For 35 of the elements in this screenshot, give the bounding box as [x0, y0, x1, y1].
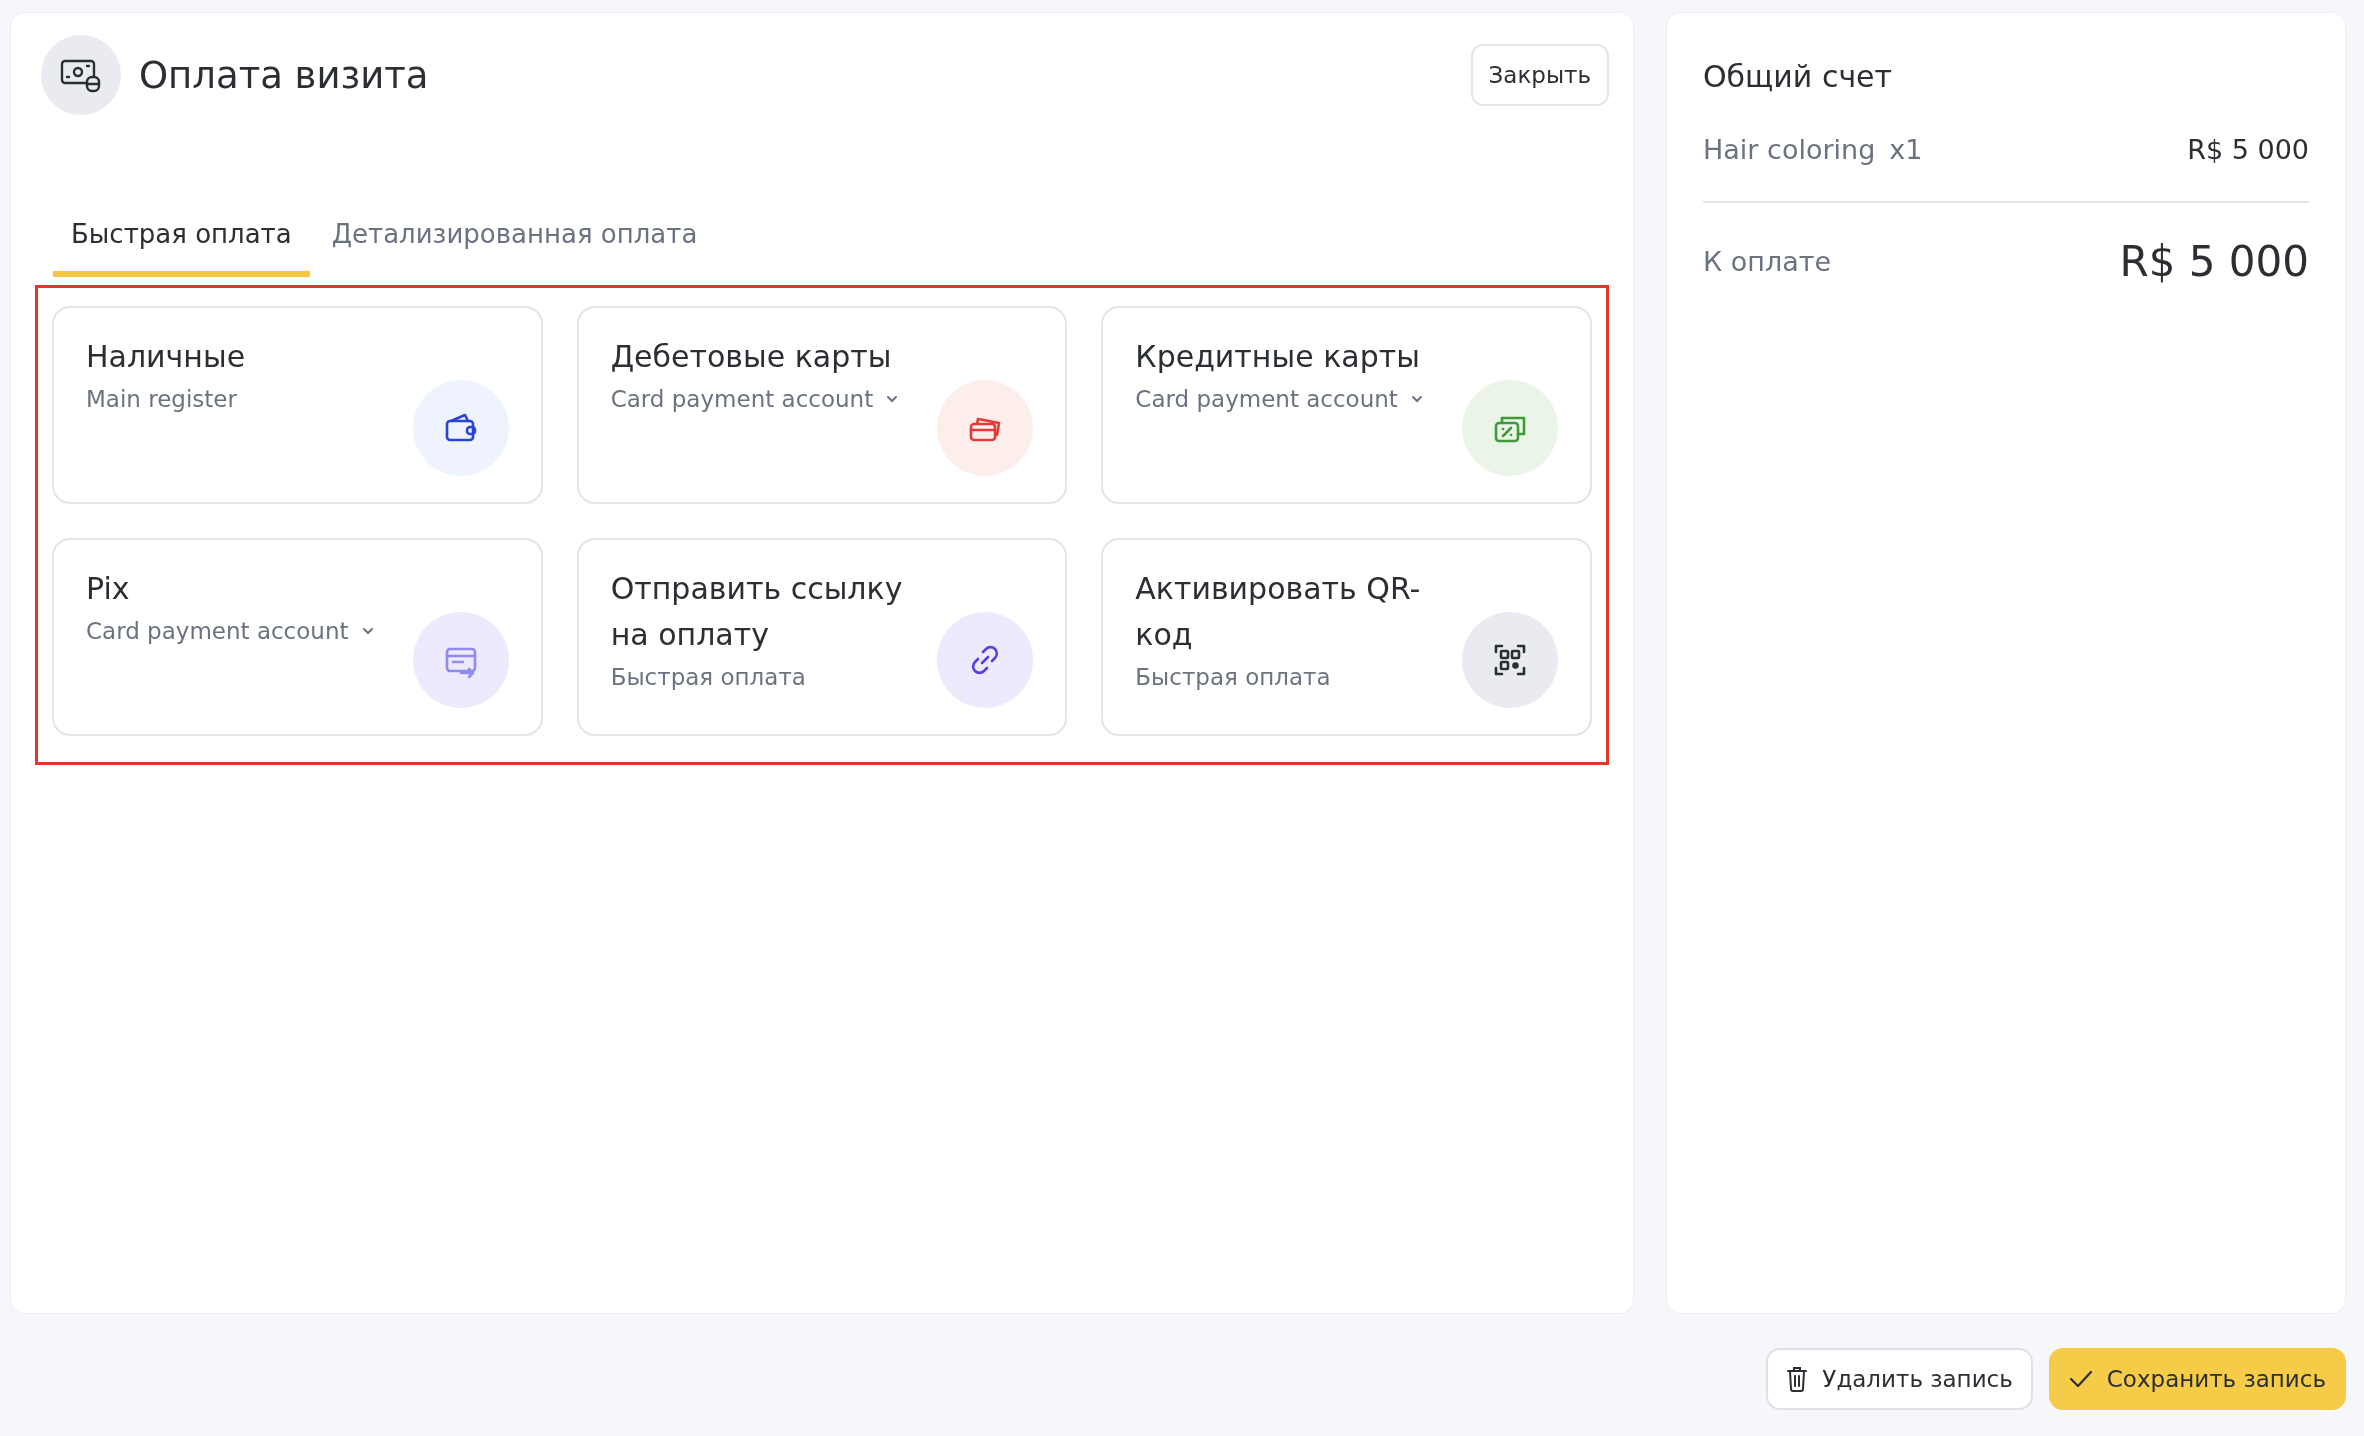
method-title: Отправить ссылку на оплату	[610, 570, 904, 654]
tab[interactable]: Детализированная оплата	[313, 207, 716, 277]
bill-title: Общий счет	[1703, 59, 1894, 94]
method-subtitle: Быстрая оплата	[1135, 664, 1331, 690]
method-subtitle: Card payment account	[1135, 386, 1398, 412]
chevron-down-icon[interactable]	[885, 394, 900, 404]
method-title: Наличные	[86, 338, 246, 376]
delete-button[interactable]: Удалить запись	[1766, 1348, 2033, 1410]
payment-method-card[interactable]: Дебетовые карты Card payment account	[576, 306, 1068, 504]
chevron-down-icon[interactable]	[1409, 394, 1424, 404]
payment-method-card[interactable]: Кредитные карты Card payment account	[1101, 306, 1592, 504]
close-button[interactable]: Закрыть	[1470, 44, 1609, 106]
method-title: Кредитные карты	[1135, 338, 1421, 376]
method-subtitle: Card payment account	[86, 618, 349, 644]
method-title: Pix	[86, 570, 131, 608]
chevron-down-icon[interactable]	[360, 626, 375, 636]
total-amount: R$ 5 000	[2119, 237, 2309, 286]
payment-method-card[interactable]: Pix Card payment account	[52, 538, 543, 736]
method-title: Активировать QR-код	[1135, 570, 1422, 654]
trash-icon	[1786, 1366, 1809, 1392]
checkmark-icon	[2068, 1369, 2093, 1389]
page-title: Оплата визита	[139, 53, 430, 97]
save-button[interactable]: Сохранить запись	[2048, 1348, 2346, 1410]
service-price: R$ 5 000	[2187, 134, 2309, 165]
service-quantity: x1	[1889, 134, 1923, 165]
payment-method-card[interactable]: Активировать QR-код Быстрая оплата	[1101, 538, 1592, 736]
payment-method-card[interactable]: Наличные Main register	[52, 306, 543, 504]
method-subtitle: Быстрая оплата	[610, 664, 806, 690]
tab[interactable]: Быстрая оплата	[53, 207, 310, 277]
method-subtitle: Main register	[86, 386, 237, 412]
method-subtitle: Card payment account	[610, 386, 874, 412]
payment-method-card[interactable]: Отправить ссылку на оплату Быстрая оплата	[576, 538, 1068, 736]
total-label: К оплате	[1703, 246, 1832, 277]
service-name: Hair coloring	[1703, 134, 1876, 165]
method-title: Дебетовые карты	[610, 338, 893, 376]
